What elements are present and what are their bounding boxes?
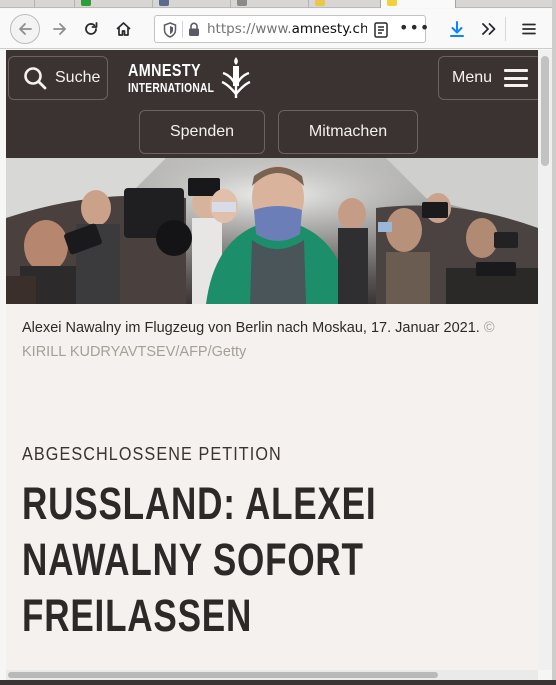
url-bar[interactable]: https://www.amnesty.ch/ ••• (154, 15, 429, 43)
hamburger-icon (522, 23, 536, 35)
tab-favicon-icon (237, 0, 247, 6)
tab[interactable] (74, 0, 152, 8)
page-title: RUSSLAND: ALEXEI NAWALNY SOFORT FREILASS… (22, 476, 420, 644)
petition-status-label: ABGESCHLOSSENE PETITION (22, 444, 282, 464)
caption-text: Alexei Nawalny im Flugzeug von Berlin na… (22, 320, 480, 336)
menu-hamburger-icon (504, 69, 529, 87)
page-viewport: Suche AMNESTY INTERNATIONAL Menu Spenden… (6, 50, 538, 670)
search-label: Suche (55, 69, 101, 86)
tab-active[interactable] (380, 0, 456, 8)
home-icon (115, 22, 131, 36)
download-icon (450, 21, 464, 37)
candle-logo-icon (221, 57, 251, 98)
photo-caption: Alexei Nawalny im Flugzeug von Berlin na… (22, 316, 528, 364)
tab-strip (0, 0, 556, 8)
window-border (552, 0, 556, 685)
search-button[interactable]: Suche (8, 56, 108, 100)
site-header: Suche AMNESTY INTERNATIONAL Menu Spenden… (6, 50, 538, 158)
donate-button[interactable]: Spenden (139, 110, 265, 154)
hero-photo (6, 158, 538, 304)
reader-view-icon[interactable] (374, 22, 388, 38)
tab[interactable] (34, 0, 74, 8)
title-line: NAWALNY SOFORT (22, 534, 364, 585)
downloads-button[interactable] (443, 15, 471, 43)
search-icon (24, 67, 47, 90)
back-button[interactable] (10, 14, 40, 44)
logo-text-line2: INTERNATIONAL (128, 81, 215, 95)
page-actions-icon[interactable]: ••• (399, 18, 430, 37)
title-line: RUSSLAND: ALEXEI (22, 478, 377, 529)
tab[interactable] (230, 0, 308, 8)
toolbar-separator (505, 17, 506, 41)
url-prefix: https://www. (207, 21, 292, 37)
window-border (0, 680, 556, 685)
tab[interactable] (152, 0, 230, 8)
tab-favicon-icon (81, 0, 91, 6)
logo-text-line1: AMNESTY (128, 60, 202, 80)
url-domain: amnesty.ch (291, 21, 367, 37)
scrollbar-thumb[interactable] (8, 672, 438, 678)
reload-icon (85, 22, 98, 35)
arrow-left-icon (19, 23, 32, 35)
menu-button[interactable]: Menu (438, 56, 538, 100)
vertical-scrollbar[interactable] (538, 50, 552, 670)
menu-label: Menu (452, 69, 493, 86)
amnesty-logo[interactable]: AMNESTY INTERNATIONAL (128, 57, 258, 101)
arrow-right-icon (53, 23, 66, 35)
tab-favicon-icon (315, 0, 325, 6)
overflow-button[interactable] (475, 15, 503, 43)
tab[interactable] (308, 0, 380, 8)
title-line: FREILASSEN (22, 590, 253, 641)
app-menu-button[interactable] (515, 15, 543, 43)
url-divider (182, 21, 183, 38)
tracking-shield-icon[interactable] (163, 22, 177, 38)
navigation-toolbar: https://www.amnesty.ch/ ••• (0, 9, 556, 49)
tab-favicon-icon (387, 0, 397, 6)
horizontal-scrollbar[interactable] (6, 670, 538, 680)
tab-favicon-icon (159, 0, 169, 6)
home-button[interactable] (109, 15, 137, 43)
join-button[interactable]: Mitmachen (278, 110, 418, 154)
lock-icon[interactable] (188, 22, 200, 37)
scrollbar-thumb[interactable] (541, 56, 549, 166)
url-text[interactable]: https://www.amnesty.ch/ (207, 21, 367, 37)
browser-window: https://www.amnesty.ch/ ••• Suche AMNEST… (0, 0, 556, 685)
reload-button[interactable] (77, 15, 105, 43)
chevrons-right-icon (482, 23, 496, 35)
forward-button[interactable] (46, 15, 74, 43)
